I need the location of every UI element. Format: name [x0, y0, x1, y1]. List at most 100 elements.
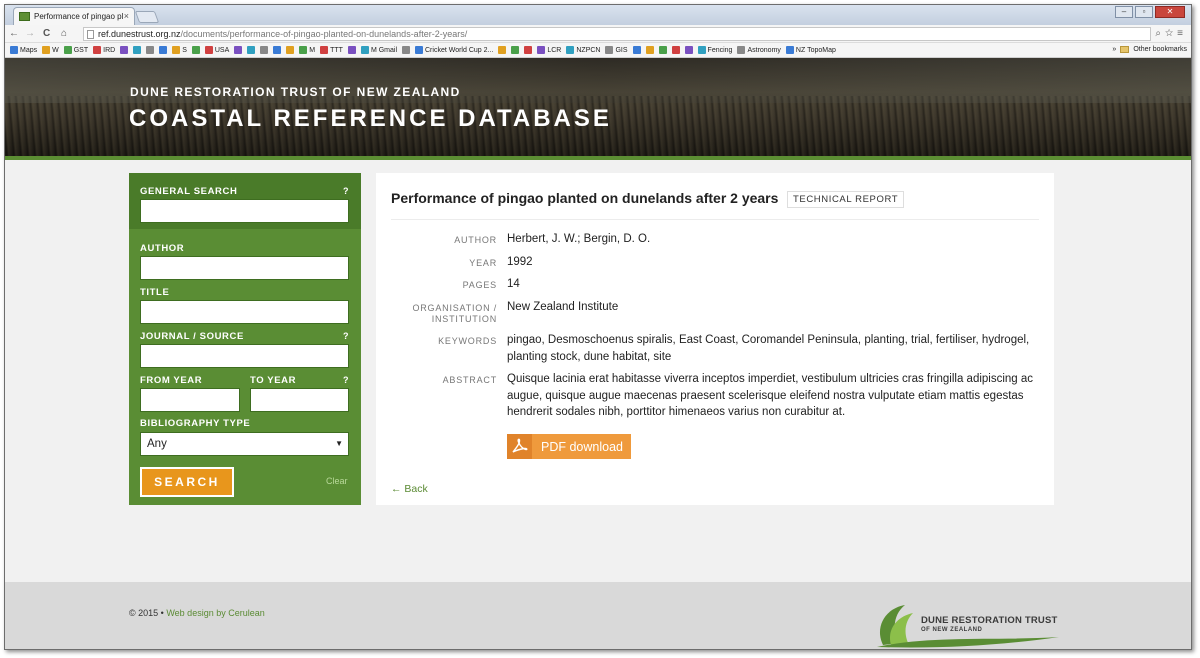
bookmark-item[interactable] [658, 46, 667, 54]
star-icon[interactable]: ☆ [1165, 28, 1177, 39]
bookmark-item[interactable]: W [42, 46, 59, 54]
bookmark-item[interactable] [146, 46, 155, 54]
pdf-icon [507, 434, 532, 459]
reload-icon[interactable]: C [43, 28, 50, 39]
title-input[interactable] [140, 300, 349, 324]
url-domain: ref.dunestrust.org.nz [98, 29, 181, 39]
bookmark-item[interactable]: NZ TopoMap [785, 46, 836, 54]
design-credit-link[interactable]: Web design by Cerulean [166, 608, 264, 618]
bookmark-item[interactable] [191, 46, 200, 54]
year-help-icon[interactable]: ? [343, 375, 349, 385]
bookmark-item[interactable]: IRD [93, 46, 115, 54]
bookmark-item[interactable]: Cricket World Cup 2... [415, 46, 493, 54]
bookmark-favicon-icon [697, 46, 706, 54]
other-bookmarks[interactable]: » Other bookmarks [1112, 46, 1187, 53]
pages-key: PAGES [462, 280, 497, 290]
year-value: 1992 [507, 256, 533, 268]
search-button[interactable]: SEARCH [140, 467, 234, 497]
bookmark-item[interactable] [133, 46, 142, 54]
title-divider [391, 219, 1039, 220]
clear-link[interactable]: Clear [326, 476, 348, 486]
pages-value: 14 [507, 278, 520, 290]
dropdown-arrow-icon: ▼ [335, 439, 343, 448]
bookmark-item[interactable] [645, 46, 654, 54]
bookmark-item[interactable]: S [172, 46, 187, 54]
bookmark-item[interactable] [120, 46, 129, 54]
bookmark-item[interactable]: GIS [605, 46, 628, 54]
home-icon[interactable]: ⌂ [61, 28, 67, 39]
address-bar[interactable]: ref.dunestrust.org.nz/documents/performa… [83, 27, 1151, 41]
new-tab-button[interactable] [134, 11, 160, 23]
bookmark-item[interactable] [524, 46, 533, 54]
author-label: AUTHOR [140, 243, 185, 254]
bookmark-item[interactable] [632, 46, 641, 54]
pdf-download-label: PDF download [541, 440, 623, 454]
bookmark-item[interactable]: Fencing [697, 46, 733, 54]
back-arrow-icon[interactable]: ← [9, 28, 19, 39]
journal-help-icon[interactable]: ? [343, 331, 349, 341]
bookmark-favicon-icon [632, 46, 641, 54]
pdf-download-button[interactable]: PDF download [507, 434, 631, 459]
general-search-input[interactable] [140, 199, 349, 223]
bookmark-item[interactable]: M [299, 46, 315, 54]
site-title[interactable]: COASTAL REFERENCE DATABASE [129, 105, 612, 133]
bookmark-item[interactable] [273, 46, 282, 54]
bookmark-item[interactable]: TTT [320, 46, 343, 54]
minimize-icon[interactable]: – [1115, 6, 1133, 18]
bookmark-favicon-icon [10, 46, 18, 54]
browser-tab[interactable]: Performance of pingao pl × [13, 7, 135, 25]
bookmarks-list: Maps W GST IRD S USA M TTT M Gmail Cricket World … [10, 46, 836, 54]
bib-type-select[interactable]: Any ▼ [140, 432, 349, 456]
maximize-icon[interactable]: ▫ [1135, 6, 1153, 18]
menu-icon[interactable]: ≡ [1177, 28, 1187, 39]
bookmark-item[interactable] [498, 46, 507, 54]
document-card: Performance of pingao planted on dunelan… [376, 173, 1054, 505]
bookmark-item[interactable] [671, 46, 680, 54]
bookmark-item[interactable] [684, 46, 693, 54]
close-window-icon[interactable]: ✕ [1155, 6, 1185, 18]
footer-copyright: © 2015 • Web design by Cerulean [129, 608, 265, 618]
bookmark-label: Maps [20, 46, 38, 54]
bookmark-item[interactable] [511, 46, 520, 54]
forward-arrow-icon[interactable]: → [25, 28, 35, 39]
bookmark-item[interactable]: Astronomy [737, 46, 781, 54]
bookmark-favicon-icon [286, 46, 295, 54]
browser-window: Performance of pingao pl × – ▫ ✕ ← → C ⌂… [4, 4, 1192, 650]
bookmark-item[interactable]: GST [63, 46, 89, 54]
bookmark-item[interactable] [247, 46, 256, 54]
bookmark-item[interactable]: M Gmail [360, 46, 397, 54]
back-link[interactable]: ← Back [391, 483, 428, 495]
bookmark-label: GIS [615, 46, 628, 54]
to-year-input[interactable] [250, 388, 349, 412]
site-footer: © 2015 • Web design by Cerulean DUNE RES… [5, 582, 1191, 649]
bookmark-item[interactable]: Maps [10, 46, 37, 54]
bookmark-item[interactable] [234, 46, 243, 54]
bookmark-label: Fencing [707, 46, 733, 54]
bookmarks-overflow-icon[interactable]: » [1112, 46, 1116, 53]
bookmark-item[interactable] [286, 46, 295, 54]
bookmark-favicon-icon [566, 46, 575, 54]
bookmark-label: TTT [330, 46, 343, 54]
bookmarks-bar: Maps W GST IRD S USA M TTT M Gmail Cricket World … [5, 43, 1191, 58]
tab-close-icon[interactable]: × [124, 11, 129, 21]
zoom-icon[interactable]: ⌕ [1155, 28, 1165, 39]
bookmark-favicon-icon [511, 46, 520, 54]
bookmark-item[interactable] [347, 46, 356, 54]
from-year-input[interactable] [140, 388, 240, 412]
org-name[interactable]: DUNE RESTORATION TRUST OF NEW ZEALAND [130, 85, 461, 99]
bookmark-item[interactable] [159, 46, 168, 54]
bookmark-label: GST [73, 46, 89, 54]
logo-line2: OF NEW ZEALAND [921, 627, 983, 633]
footer-separator: • [160, 608, 164, 618]
toolbar-icons: ⌕☆≡ [1155, 28, 1187, 39]
author-input[interactable] [140, 256, 349, 280]
bookmark-item[interactable]: LCR [537, 46, 561, 54]
footer-logo[interactable]: DUNE RESTORATION TRUST OF NEW ZEALAND [873, 599, 1063, 649]
journal-input[interactable] [140, 344, 349, 368]
bookmark-favicon-icon [524, 46, 533, 54]
general-search-help-icon[interactable]: ? [343, 186, 349, 196]
bookmark-item[interactable] [402, 46, 410, 54]
bookmark-item[interactable]: USA [204, 46, 229, 54]
bookmark-item[interactable] [260, 46, 269, 54]
bookmark-item[interactable]: NZPCN [566, 46, 600, 54]
